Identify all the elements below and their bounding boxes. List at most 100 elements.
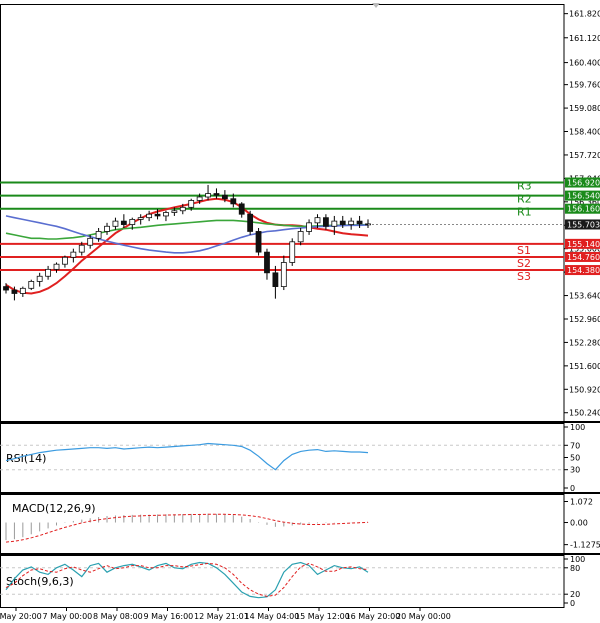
price-pane: 161.820 161.120 160.400 159.760 159.080 158.4… bbox=[0, 10, 600, 418]
pivot-price-value: 155.140 bbox=[567, 240, 600, 249]
macd-tick-label: -1.1275 bbox=[570, 541, 600, 550]
candle-body bbox=[19, 287, 26, 294]
candle-body bbox=[247, 213, 254, 232]
candle-body bbox=[221, 194, 228, 200]
pivot-price-value: 156.920 bbox=[567, 179, 600, 188]
candle-body bbox=[213, 193, 220, 196]
time-tick-label: 8 May 08:00 bbox=[93, 612, 143, 621]
candle-body bbox=[137, 217, 144, 220]
price-tick-label: 152.960 bbox=[569, 315, 600, 324]
candle-body bbox=[112, 220, 119, 227]
pivot-price-value: 156.160 bbox=[567, 205, 600, 214]
candle-body bbox=[171, 210, 178, 213]
price-tick-label: 150.920 bbox=[569, 385, 600, 394]
pivot-label-r1: R1 bbox=[517, 206, 532, 219]
candle-body bbox=[188, 200, 195, 208]
price-tick-label: 151.600 bbox=[569, 362, 600, 371]
rsi-tick-label: 100 bbox=[570, 423, 585, 432]
candle-body bbox=[289, 241, 296, 263]
candle-body bbox=[205, 193, 211, 198]
candle-body bbox=[272, 272, 279, 287]
stoch-border bbox=[0, 555, 565, 608]
macd-title: MACD(12,26,9) bbox=[12, 502, 96, 515]
time-tick-label: 16 May 20:00 bbox=[346, 612, 401, 621]
rsi-tick-label: 30 bbox=[570, 466, 580, 475]
candle-body bbox=[78, 244, 85, 253]
pane-separator bbox=[0, 492, 600, 494]
candle-body bbox=[146, 213, 153, 219]
candle-body bbox=[356, 220, 363, 225]
pivot-label-s1: S1 bbox=[517, 244, 531, 257]
candle-body bbox=[62, 256, 68, 265]
stoch-tick-label: 20 bbox=[570, 590, 580, 599]
candle-body bbox=[306, 222, 312, 232]
stoch-pane: Stoch(9,6,3) 10080200 bbox=[0, 555, 585, 608]
price-tick-label: 159.760 bbox=[569, 81, 600, 90]
candle-body bbox=[238, 203, 245, 215]
moving-average-line bbox=[5, 219, 369, 240]
candle-body bbox=[264, 251, 270, 274]
candle-body bbox=[45, 268, 51, 277]
price-tick-label: 159.080 bbox=[569, 104, 600, 113]
time-tick-label: 20 May 00:00 bbox=[396, 612, 451, 621]
candle-body bbox=[255, 231, 262, 253]
rsi-tick-label: 70 bbox=[570, 441, 580, 450]
candle-body bbox=[323, 217, 329, 227]
candle-body bbox=[297, 231, 304, 243]
candle-body bbox=[11, 289, 18, 294]
pivot-label-s3: S3 bbox=[517, 270, 531, 283]
trading-chart: 161.820 161.120 160.400 159.760 159.080 158.4… bbox=[0, 3, 600, 621]
candle-body bbox=[36, 275, 43, 282]
candle-body bbox=[3, 286, 9, 291]
scroll-marker-icon bbox=[372, 3, 380, 8]
macd-pane: MACD(12,26,9) 1.072 0.00 -1.1275 bbox=[5, 497, 600, 550]
pivot-label-s2: S2 bbox=[517, 257, 531, 270]
candle-body bbox=[314, 217, 321, 224]
price-tick-label: 153.640 bbox=[569, 292, 600, 301]
rsi-title: RSI(14) bbox=[6, 452, 46, 465]
pivot-price-value: 154.760 bbox=[567, 253, 600, 262]
candle-body bbox=[331, 220, 338, 227]
candle-body bbox=[163, 212, 169, 217]
candle-body bbox=[196, 196, 203, 201]
candle-body bbox=[129, 218, 136, 225]
moving-average-line bbox=[5, 215, 369, 254]
macd-tick-label: 1.072 bbox=[570, 497, 593, 506]
candle-body bbox=[28, 281, 35, 289]
rsi-tick-label: 0 bbox=[570, 484, 575, 493]
macd-signal-line bbox=[5, 513, 369, 543]
moving-average-line bbox=[5, 197, 369, 295]
pane-separator bbox=[0, 553, 600, 555]
price-tick-label: 152.280 bbox=[569, 338, 600, 347]
price-border bbox=[0, 4, 565, 422]
time-tick-label: 9 May 16:00 bbox=[144, 612, 194, 621]
time-tick-label: 6 May 20:00 bbox=[0, 612, 42, 621]
price-tick-label: 158.400 bbox=[569, 128, 600, 137]
candle-body bbox=[70, 251, 77, 258]
rsi-line bbox=[5, 442, 369, 471]
price-tick-label: 161.820 bbox=[569, 10, 600, 19]
candle-body bbox=[280, 262, 287, 287]
candle-body bbox=[53, 263, 60, 270]
candle-body bbox=[348, 220, 355, 225]
pivot-price-value: 154.380 bbox=[567, 266, 600, 275]
macd-tick-label: 0.00 bbox=[570, 519, 588, 528]
pivot-label-r3: R3 bbox=[517, 180, 532, 193]
pane-separator bbox=[0, 421, 600, 423]
pivot-label-r2: R2 bbox=[517, 193, 532, 206]
stoch-tick-label: 0 bbox=[570, 599, 575, 608]
candle-body bbox=[154, 213, 161, 217]
time-axis: 6 May 20:007 May 00:008 May 08:009 May 1… bbox=[0, 607, 451, 621]
price-tick-label: 161.120 bbox=[569, 34, 600, 43]
pivot-price-value: 156.540 bbox=[567, 192, 600, 201]
rsi-tick-label: 50 bbox=[570, 454, 580, 463]
time-tick-label: 15 May 12:00 bbox=[295, 612, 350, 621]
stoch-tick-label: 80 bbox=[570, 564, 580, 573]
time-tick-label: 12 May 21:01 bbox=[194, 612, 249, 621]
time-tick-label: 14 May 04:00 bbox=[245, 612, 300, 621]
candle-body bbox=[104, 225, 110, 232]
rsi-border bbox=[0, 423, 565, 493]
rsi-pane: RSI(14) 100 70 50 30 0 bbox=[0, 423, 585, 493]
time-tick-label: 7 May 00:00 bbox=[43, 612, 93, 621]
candle-body bbox=[120, 220, 127, 225]
